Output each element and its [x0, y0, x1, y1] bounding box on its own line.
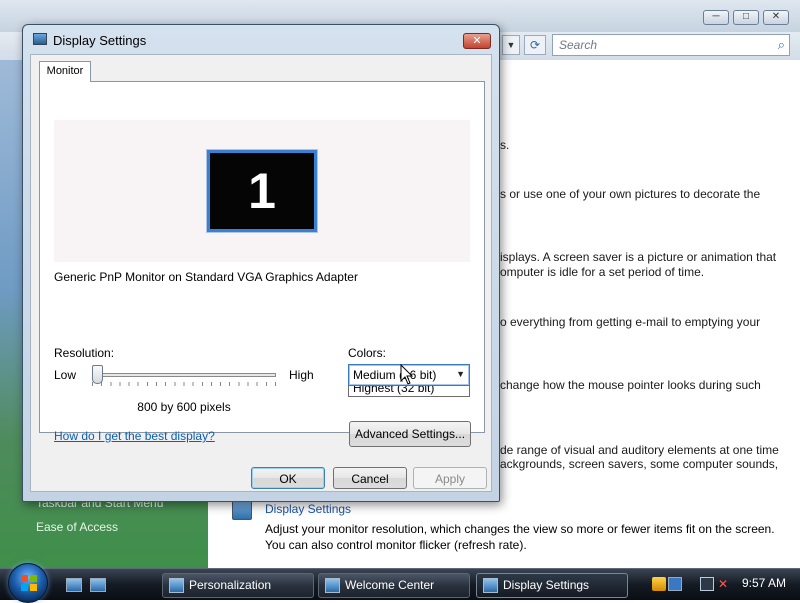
display-settings-description: Adjust your monitor resolution, which ch… [265, 522, 775, 536]
personalization-icon [169, 578, 184, 593]
close-window-button[interactable]: ✕ [763, 10, 789, 25]
display-settings-description: You can also control monitor flicker (re… [265, 538, 527, 552]
start-button[interactable] [8, 563, 48, 603]
taskbar-button-label: Personalization [189, 578, 272, 592]
volume-muted-icon[interactable]: ✕ [716, 577, 730, 591]
windows-logo-icon [21, 575, 37, 591]
recent-pages-dropdown[interactable]: ▼ [502, 35, 520, 55]
maximize-button[interactable]: □ [733, 10, 759, 25]
mouse-cursor-icon [400, 364, 414, 385]
content-text: ackgrounds, screen savers, some computer… [500, 457, 779, 471]
sidebar-link-ease-of-access[interactable]: Ease of Access [36, 520, 118, 534]
system-tray: ✕ 9:57 AM [644, 572, 800, 598]
taskbar-button-personalization[interactable]: Personalization [162, 573, 314, 598]
cancel-button[interactable]: Cancel [333, 467, 407, 489]
colors-dropdown-list: Highest (32 bit) [348, 385, 470, 397]
slider-ticks [92, 382, 276, 386]
display-settings-icon [33, 33, 47, 45]
colors-label: Colors: [348, 346, 387, 360]
windows-sidebar-icon[interactable] [668, 577, 682, 591]
resolution-slider-track[interactable] [92, 373, 276, 377]
close-button[interactable]: ✕ [463, 33, 491, 49]
dialog-title: Display Settings [53, 33, 147, 48]
security-shield-icon[interactable] [652, 577, 666, 591]
taskbar-button-welcome-center[interactable]: Welcome Center [318, 573, 470, 598]
content-text: change how the mouse pointer looks durin… [500, 378, 761, 392]
taskbar-button-label: Welcome Center [345, 578, 435, 592]
resolution-value: 800 by 600 pixels [137, 400, 231, 414]
monitor-description: Generic PnP Monitor on Standard VGA Grap… [54, 270, 358, 284]
advanced-settings-button[interactable]: Advanced Settings... [349, 421, 471, 447]
display-settings-link[interactable]: Display Settings [265, 502, 351, 516]
taskbar-button-display-settings[interactable]: Display Settings [476, 573, 628, 598]
slider-low-label: Low [54, 368, 77, 382]
network-icon[interactable] [700, 577, 714, 591]
apply-button[interactable]: Apply [413, 467, 487, 489]
taskbar-button-label: Display Settings [503, 578, 590, 592]
ok-button[interactable]: OK [251, 467, 325, 489]
content-text: isplays. A screen saver is a picture or … [500, 250, 777, 264]
search-icon[interactable]: ⌕ [778, 37, 785, 53]
display-settings-icon [483, 578, 498, 593]
search-placeholder: Search [559, 38, 598, 52]
clock[interactable]: 9:57 AM [742, 576, 786, 590]
monitor-preview-area: 1 [54, 120, 470, 262]
dialog-body: Monitor 1 Generic PnP Monitor on Standar… [30, 54, 492, 492]
switch-windows-icon[interactable] [90, 578, 106, 592]
minimize-button[interactable]: ─ [703, 10, 729, 25]
content-text: omputer is idle for a set period of time… [500, 265, 705, 279]
colors-option-highest[interactable]: Highest (32 bit) [353, 385, 434, 395]
slider-high-label: High [289, 368, 314, 382]
content-text: s. [500, 138, 510, 152]
resolution-slider-thumb[interactable] [92, 365, 103, 384]
monitor-icon [232, 500, 252, 520]
colors-selected-value: Medium (16 bit) [353, 368, 437, 382]
search-input[interactable]: Search ⌕ [552, 34, 790, 56]
dropdown-arrow-icon: ▼ [456, 369, 465, 379]
taskbar: Personalization Welcome Center Display S… [0, 563, 800, 603]
tab-monitor[interactable]: Monitor [39, 61, 91, 82]
resolution-label: Resolution: [54, 346, 115, 360]
display-settings-dialog: Display Settings ✕ Monitor 1 Generic PnP… [22, 24, 500, 502]
best-display-help-link[interactable]: How do I get the best display? [54, 429, 215, 443]
content-text: o everything from getting e-mail to empt… [500, 315, 761, 329]
content-text: de range of visual and auditory elements… [500, 443, 779, 457]
welcome-center-icon [325, 578, 340, 593]
monitor-tab-panel: 1 Generic PnP Monitor on Standard VGA Gr… [39, 81, 485, 447]
content-text: s or use one of your own pictures to dec… [500, 187, 761, 201]
show-desktop-icon[interactable] [66, 578, 82, 592]
refresh-icon[interactable]: ⟳ [524, 35, 546, 55]
monitor-number: 1 [248, 163, 276, 219]
monitor-1-preview[interactable]: 1 [206, 149, 318, 233]
